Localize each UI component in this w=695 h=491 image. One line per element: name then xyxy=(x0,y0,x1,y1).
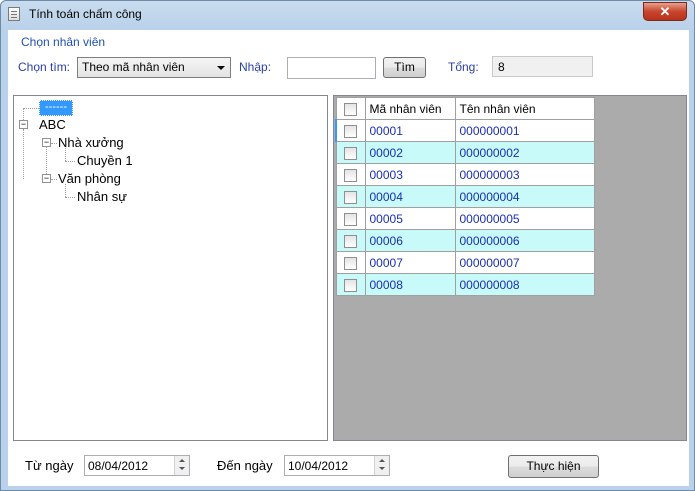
cell-employee-code[interactable]: 00001 xyxy=(364,119,456,142)
to-date-picker[interactable]: 10/04/2012 xyxy=(284,455,390,476)
app-icon xyxy=(8,7,20,21)
total-label: Tổng: xyxy=(448,60,479,74)
chevron-down-icon xyxy=(217,66,225,70)
to-date-label: Đến ngày xyxy=(217,458,273,473)
cell-employee-name[interactable]: 000000008 xyxy=(454,273,595,296)
cell-employee-name[interactable]: 000000001 xyxy=(454,119,595,142)
collapse-icon[interactable]: − xyxy=(19,120,28,129)
employee-grid[interactable]: Mã nhân viên Tên nhân viên 00001 0000000… xyxy=(333,95,687,441)
search-button[interactable]: Tìm xyxy=(383,57,426,78)
cell-employee-name[interactable]: 000000004 xyxy=(454,185,595,208)
table-row[interactable]: 00006 000000006 xyxy=(335,229,595,252)
column-header-name[interactable]: Tên nhân viên xyxy=(454,97,595,120)
from-date-label: Từ ngày xyxy=(25,458,74,473)
row-checkbox[interactable] xyxy=(344,256,357,270)
table-row[interactable]: 00004 000000004 xyxy=(335,185,595,208)
window-title: Tính toán chấm công xyxy=(29,7,142,21)
app-window: Tính toán chấm công ✕ Chọn nhân viên Chọ… xyxy=(0,0,695,491)
cell-employee-name[interactable]: 000000005 xyxy=(454,207,595,230)
employee-filter-group: Chọn nhân viên Chọn tìm: Theo mã nhân vi… xyxy=(11,35,684,80)
tree-node-nhan-su[interactable]: Nhân sự xyxy=(77,189,127,204)
table-row[interactable]: 00007 000000007 xyxy=(335,251,595,274)
cell-employee-code[interactable]: 00007 xyxy=(364,251,456,274)
collapse-icon[interactable]: − xyxy=(42,174,51,183)
cell-employee-name[interactable]: 000000007 xyxy=(454,251,595,274)
search-by-select[interactable]: Theo mã nhân viên xyxy=(77,57,231,78)
tree-node-nha-xuong[interactable]: Nhà xưởng xyxy=(58,135,124,150)
from-date-value: 08/04/2012 xyxy=(88,459,149,473)
tree-node-van-phong[interactable]: Văn phòng xyxy=(58,171,121,186)
search-input[interactable] xyxy=(287,57,376,79)
cell-employee-name[interactable]: 000000002 xyxy=(454,141,595,164)
table-row[interactable]: 00001 000000001 xyxy=(335,119,595,142)
from-date-picker[interactable]: 08/04/2012 xyxy=(84,455,190,476)
row-checkbox-cell[interactable] xyxy=(335,251,366,274)
cell-employee-code[interactable]: 00006 xyxy=(364,229,456,252)
tree-node-abc[interactable]: ABC xyxy=(39,117,66,132)
title-bar[interactable]: Tính toán chấm công ✕ xyxy=(1,1,694,29)
tree-node-chuyen-1[interactable]: Chuyền 1 xyxy=(77,153,133,168)
cell-employee-code[interactable]: 00004 xyxy=(364,185,456,208)
department-tree[interactable]: ------ − ABC − Nhà xưởng Chuyền 1 − Văn … xyxy=(13,95,328,441)
close-button[interactable]: ✕ xyxy=(643,2,687,21)
cell-employee-code[interactable]: 00005 xyxy=(364,207,456,230)
row-checkbox[interactable] xyxy=(344,278,357,292)
cell-employee-code[interactable]: 00002 xyxy=(364,141,456,164)
execute-button[interactable]: Thực hiện xyxy=(508,455,599,478)
row-checkbox-cell[interactable] xyxy=(335,229,366,252)
row-checkbox[interactable] xyxy=(344,190,357,204)
row-checkbox[interactable] xyxy=(344,146,357,160)
cell-employee-name[interactable]: 000000006 xyxy=(454,229,595,252)
cell-employee-name[interactable]: 000000003 xyxy=(454,163,595,186)
row-checkbox-cell[interactable] xyxy=(335,141,366,164)
row-checkbox-cell[interactable] xyxy=(335,163,366,186)
input-label: Nhập: xyxy=(239,60,272,74)
row-checkbox-cell[interactable] xyxy=(335,119,366,142)
group-title: Chọn nhân viên xyxy=(19,35,108,49)
row-checkbox-cell[interactable] xyxy=(335,185,366,208)
search-by-value: Theo mã nhân viên xyxy=(82,60,185,74)
row-checkbox[interactable] xyxy=(344,124,358,138)
row-checkbox[interactable] xyxy=(344,168,357,182)
row-checkbox-cell[interactable] xyxy=(335,273,366,296)
row-checkbox[interactable] xyxy=(344,212,357,226)
select-all-cell[interactable] xyxy=(335,97,366,120)
table-row[interactable]: 00002 000000002 xyxy=(335,141,595,164)
table-row[interactable]: 00008 000000008 xyxy=(335,273,595,296)
spinner-icon[interactable] xyxy=(374,456,389,475)
to-date-value: 10/04/2012 xyxy=(288,459,349,473)
column-header-code[interactable]: Mã nhân viên xyxy=(364,97,456,120)
total-value: 8 xyxy=(492,56,593,77)
cell-employee-code[interactable]: 00003 xyxy=(364,163,456,186)
spinner-icon[interactable] xyxy=(174,456,189,475)
table-row[interactable]: 00003 000000003 xyxy=(335,163,595,186)
row-checkbox-cell[interactable] xyxy=(335,207,366,230)
employee-table: Mã nhân viên Tên nhân viên 00001 0000000… xyxy=(335,97,595,296)
search-by-label: Chọn tìm: xyxy=(18,60,71,74)
tree-root-node[interactable]: ------ xyxy=(39,100,73,116)
table-header-row: Mã nhân viên Tên nhân viên xyxy=(335,97,595,120)
table-row[interactable]: 00005 000000005 xyxy=(335,207,595,230)
client-area: Chọn nhân viên Chọn tìm: Theo mã nhân vi… xyxy=(8,30,689,486)
row-checkbox[interactable] xyxy=(344,234,357,248)
cell-employee-code[interactable]: 00008 xyxy=(364,273,456,296)
select-all-checkbox[interactable] xyxy=(344,102,357,116)
